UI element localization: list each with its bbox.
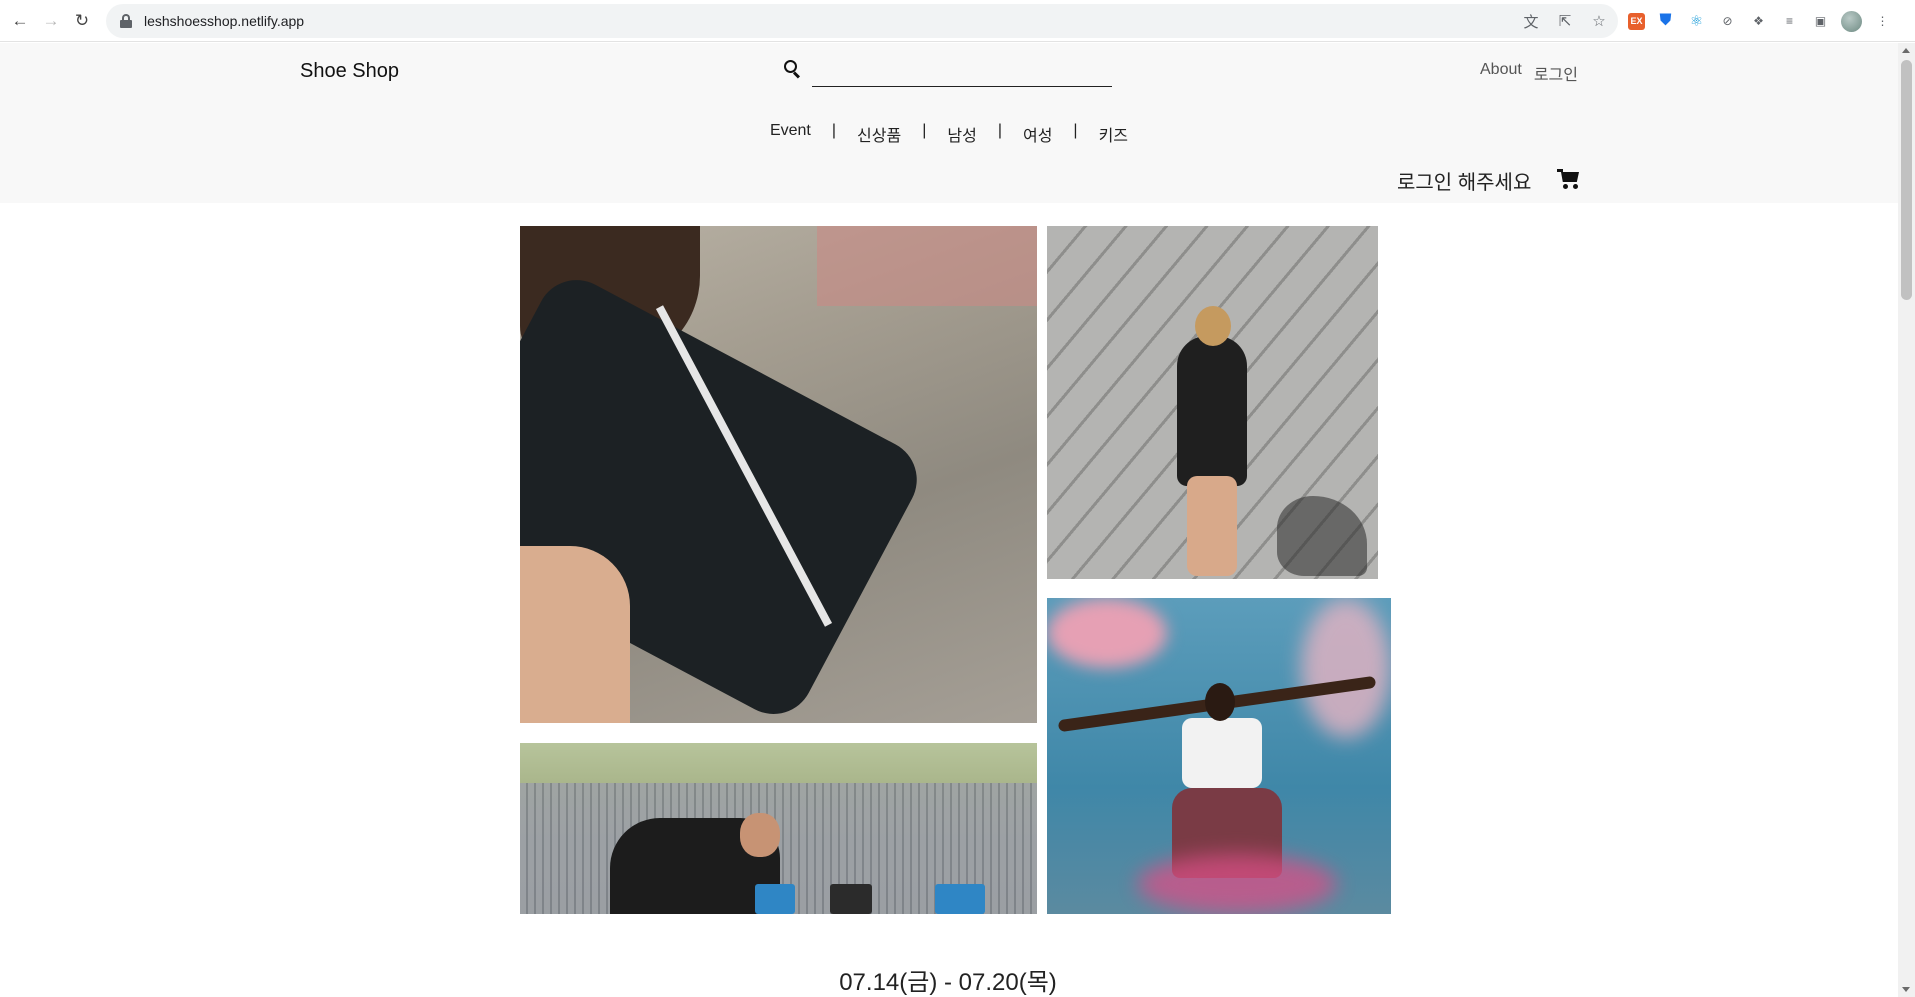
sidebar-icon[interactable]: ▣ (1810, 11, 1831, 32)
share-icon[interactable]: ⇱ (1556, 12, 1574, 30)
puzzle-icon[interactable]: ❖ (1748, 11, 1769, 32)
brand-logo[interactable]: Shoe Shop (300, 60, 399, 83)
banner-photo-woman-running[interactable] (1047, 226, 1378, 579)
nav-separator: | (1073, 122, 1078, 139)
forward-button[interactable]: → (40, 10, 62, 32)
shield-extension-icon[interactable]: ⛊ (1655, 11, 1676, 32)
event-date-range: 07.14(금) - 07.20(목) (0, 962, 1898, 997)
nav-item-kids[interactable]: 키즈 (1099, 122, 1128, 146)
banner-photo-man-training[interactable] (520, 743, 1037, 914)
search-icon[interactable] (784, 60, 802, 79)
nav-separator: | (922, 122, 927, 139)
scroll-thumb[interactable] (1901, 60, 1912, 300)
compass-extension-icon[interactable]: ⊘ (1717, 11, 1738, 32)
react-extension-icon[interactable]: ⚛ (1686, 11, 1707, 32)
url-text[interactable]: leshshoesshop.netlify.app (144, 13, 304, 29)
ex-extension-icon[interactable]: EX (1628, 12, 1645, 30)
profile-avatar[interactable] (1841, 10, 1862, 32)
nav-item-event[interactable]: Event (770, 122, 811, 146)
banner-photo-woman-stretching[interactable] (520, 226, 1037, 723)
browser-toolbar: ← → ↻ leshshoesshop.netlify.app 文 ⇱ ☆ EX… (0, 0, 1915, 42)
reload-button[interactable]: ↻ (71, 10, 93, 32)
about-link[interactable]: About (1480, 61, 1522, 85)
reload-icon: ↻ (74, 10, 90, 30)
cart-icon[interactable] (1557, 168, 1581, 190)
media-icon[interactable]: ≡ (1779, 11, 1800, 32)
main-nav: Event | 신상품 | 남성 | 여성 | 키즈 (0, 122, 1898, 146)
nav-separator: | (997, 122, 1002, 139)
event-date-text: 07.14(금) - 07.20(목) (839, 969, 1057, 996)
nav-item-women[interactable]: 여성 (1023, 122, 1052, 146)
nav-item-men[interactable]: 남성 (947, 122, 976, 146)
arrow-right-icon: → (42, 10, 60, 30)
login-link[interactable]: 로그인 (1534, 61, 1578, 85)
page-scrollbar[interactable] (1898, 43, 1915, 997)
translate-icon[interactable]: 文 (1522, 11, 1540, 32)
scroll-down-arrow-icon[interactable] (1902, 987, 1910, 992)
scroll-up-arrow-icon[interactable] (1902, 48, 1910, 53)
arrow-left-icon: ← (11, 10, 29, 30)
site-header: Shoe Shop About 로그인 Event | 신상품 | 남성 | 여… (0, 43, 1898, 203)
star-icon[interactable]: ☆ (1590, 12, 1608, 30)
kebab-menu-icon[interactable]: ⋮ (1872, 11, 1893, 32)
banner-photo-man-jumping[interactable] (1047, 598, 1391, 914)
nav-separator: | (831, 122, 837, 139)
back-button[interactable]: ← (9, 10, 31, 32)
lock-icon[interactable] (120, 14, 132, 28)
search-input[interactable] (812, 61, 1112, 87)
top-links: About 로그인 (1480, 61, 1578, 85)
login-prompt: 로그인 해주세요 (1397, 172, 1532, 194)
address-bar[interactable]: leshshoesshop.netlify.app 文 ⇱ ☆ (106, 4, 1618, 38)
nav-item-new[interactable]: 신상품 (857, 122, 901, 146)
